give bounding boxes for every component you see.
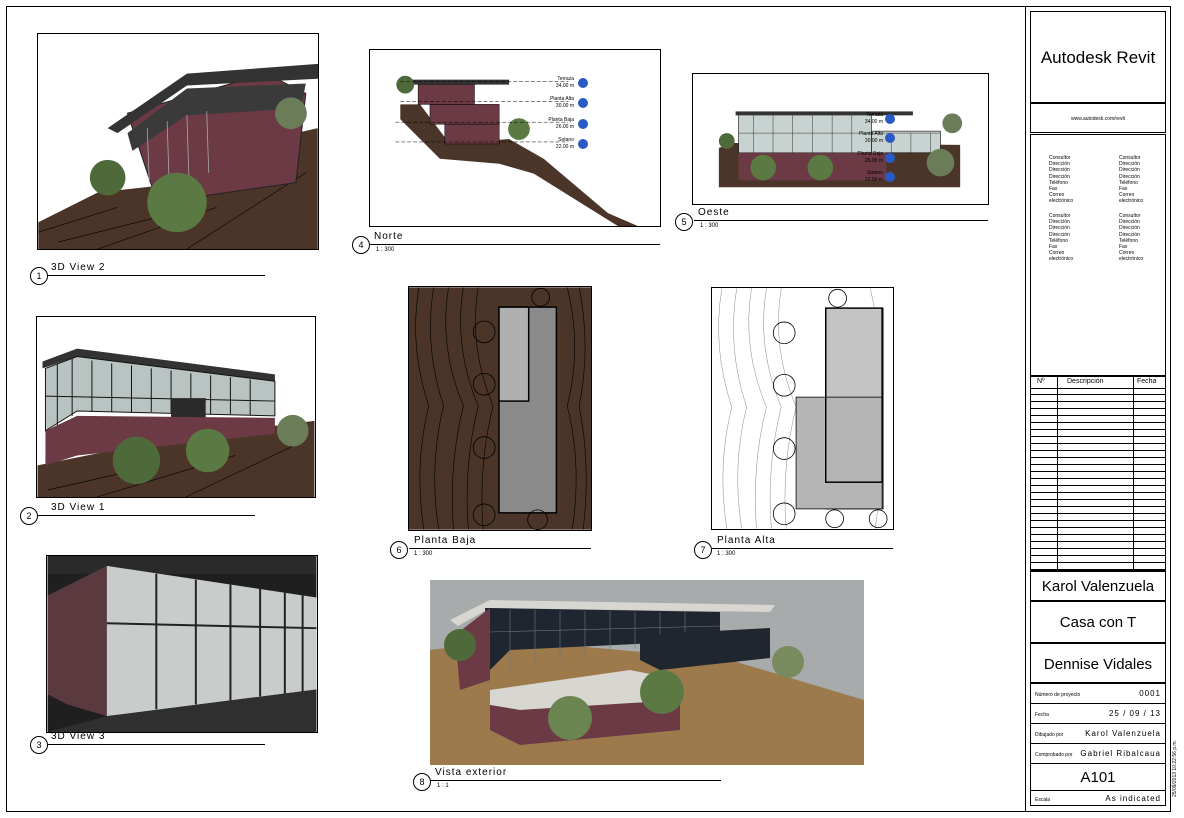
level-name: Terraza xyxy=(866,112,883,118)
view-number-6: 6 xyxy=(390,541,408,559)
consultants-box: Consultor Dirección Dirección Dirección … xyxy=(1030,134,1166,376)
view-title-4: Norte xyxy=(374,231,404,242)
consultant-2: Consultor Dirección Dirección Dirección … xyxy=(1119,155,1144,205)
level-elevation: 22.00 m xyxy=(864,177,883,183)
view-title-line-5 xyxy=(694,220,988,221)
owner-name: Karol Valenzuela xyxy=(1041,578,1155,595)
view-title-line-1 xyxy=(47,275,265,276)
view-title-line-2 xyxy=(37,515,255,516)
scale-field: Escala As indicated xyxy=(1035,794,1161,803)
print-timestamp: 25/09/2013 10:22:56 p.m. xyxy=(1172,740,1178,797)
level-marker-icon xyxy=(578,119,588,129)
view-scale-7: 1 : 300 xyxy=(717,551,736,557)
view-title-2: 3D View 1 xyxy=(51,502,106,513)
view-scale-5: 1 : 300 xyxy=(700,223,719,229)
project-fields: Número de proyecto 0001 Fecha 25 / 09 / … xyxy=(1030,683,1166,806)
view-3d-3[interactable] xyxy=(46,555,318,733)
level-marker-icon xyxy=(885,172,895,182)
level-marker-icon xyxy=(885,153,895,163)
rev-col-desc: Descripción xyxy=(1067,378,1104,385)
oeste-elevation-drawing xyxy=(694,74,987,204)
view-planta-alta[interactable] xyxy=(711,287,894,530)
level-name: Planta Alta xyxy=(859,131,883,137)
view-number-2: 2 xyxy=(20,507,38,525)
view-title-line-6 xyxy=(409,548,591,549)
view-number-1: 1 xyxy=(30,267,48,285)
level-marker-icon xyxy=(578,78,588,88)
view-3d-2[interactable] xyxy=(37,33,319,250)
level-name: Planta Alta xyxy=(550,96,574,102)
view-3d-2-render xyxy=(38,34,318,249)
view-oeste-elevation[interactable]: Terraza 34.00 m Planta Alta 30.00 m Planta… xyxy=(692,73,989,205)
rev-col-date: Fecha xyxy=(1137,378,1157,385)
view-number-3: 3 xyxy=(30,736,48,754)
planta-baja-drawing xyxy=(409,287,591,530)
view-title-5: Oeste xyxy=(698,207,730,218)
view-title-line-8 xyxy=(431,780,721,781)
level-elevation: 30.00 m xyxy=(864,138,883,144)
level-marker-icon xyxy=(578,98,588,108)
vista-exterior-render xyxy=(430,580,864,765)
planta-alta-drawing xyxy=(712,288,893,529)
autodesk-revit-logo: Autodesk Revit xyxy=(1040,48,1156,67)
drawn-by-field: Dibujado por Karol Valenzuela xyxy=(1031,724,1165,744)
level-marker-icon xyxy=(885,114,895,124)
norte-elevation-drawing xyxy=(370,50,660,226)
sheet-name-box: Dennise Vidales xyxy=(1030,643,1166,683)
revision-rows xyxy=(1031,388,1165,570)
owner-box: Karol Valenzuela xyxy=(1030,571,1166,601)
view-3d-3-render xyxy=(47,556,317,732)
view-3d-1[interactable] xyxy=(36,316,316,498)
revit-url[interactable]: www.autodesk.com/revit xyxy=(1031,116,1165,122)
consultant-4: Consultor Dirección Dirección Dirección … xyxy=(1119,213,1144,263)
checked-by-field: Comprobado por Gabriel Ribalcaua xyxy=(1031,744,1165,764)
title-block: Autodesk Revit www.autodesk.com/revit Co… xyxy=(1025,6,1171,812)
level-elevation: 34.00 m xyxy=(555,83,574,89)
level-name: Planta Baja xyxy=(857,151,883,157)
level-elevation: 26.00 m xyxy=(555,124,574,130)
consultant-3: Consultor Dirección Dirección Dirección … xyxy=(1049,213,1074,263)
view-title-8: Vista exterior xyxy=(435,767,508,778)
view-vista-exterior[interactable] xyxy=(430,580,864,765)
level-elevation: 30.00 m xyxy=(555,103,574,109)
level-marker-icon xyxy=(885,133,895,143)
view-title-3: 3D View 3 xyxy=(51,731,106,742)
view-norte-elevation[interactable]: Terraza 34.00 m Planta Alta 30.00 m Planta… xyxy=(369,49,661,227)
level-name: Sotano xyxy=(867,170,883,176)
view-scale-8: 1 : 1 xyxy=(437,783,449,789)
view-title-1: 3D View 2 xyxy=(51,262,106,273)
view-title-7: Planta Alta xyxy=(717,535,776,546)
view-title-6: Planta Baja xyxy=(414,535,477,546)
view-scale-6: 1 : 300 xyxy=(414,551,433,557)
level-name: Planta Baja xyxy=(548,117,574,123)
view-scale-4: 1 : 300 xyxy=(376,247,395,253)
view-number-8: 8 xyxy=(413,773,431,791)
revision-table: Nº Descripción Fecha xyxy=(1030,376,1166,571)
url-box: www.autodesk.com/revit xyxy=(1030,103,1166,133)
view-title-line-3 xyxy=(47,744,265,745)
sheet-number-field: A101 xyxy=(1031,764,1165,791)
project-box: Casa con T xyxy=(1030,601,1166,643)
project-number-field: Número de proyecto 0001 xyxy=(1031,684,1165,704)
view-number-5: 5 xyxy=(675,213,693,231)
consultant-1: Consultor Dirección Dirección Dirección … xyxy=(1049,155,1074,205)
view-number-4: 4 xyxy=(352,236,370,254)
view-3d-1-render xyxy=(37,317,315,497)
level-marker-icon xyxy=(578,139,588,149)
view-planta-baja[interactable] xyxy=(408,286,592,531)
level-elevation: 22.00 m xyxy=(555,144,574,150)
project-name: Casa con T xyxy=(1059,614,1137,631)
rev-col-num: Nº xyxy=(1037,378,1045,385)
sheet-name: Dennise Vidales xyxy=(1043,656,1153,673)
level-name: Terraza xyxy=(557,76,574,82)
level-elevation: 26.00 m xyxy=(864,158,883,164)
view-title-line-4 xyxy=(370,244,660,245)
view-number-7: 7 xyxy=(694,541,712,559)
view-title-line-7 xyxy=(712,548,893,549)
level-elevation: 34.00 m xyxy=(864,119,883,125)
level-name: Sotano xyxy=(558,137,574,143)
date-field: Fecha 25 / 09 / 13 xyxy=(1031,704,1165,724)
logo-box: Autodesk Revit xyxy=(1030,11,1166,103)
